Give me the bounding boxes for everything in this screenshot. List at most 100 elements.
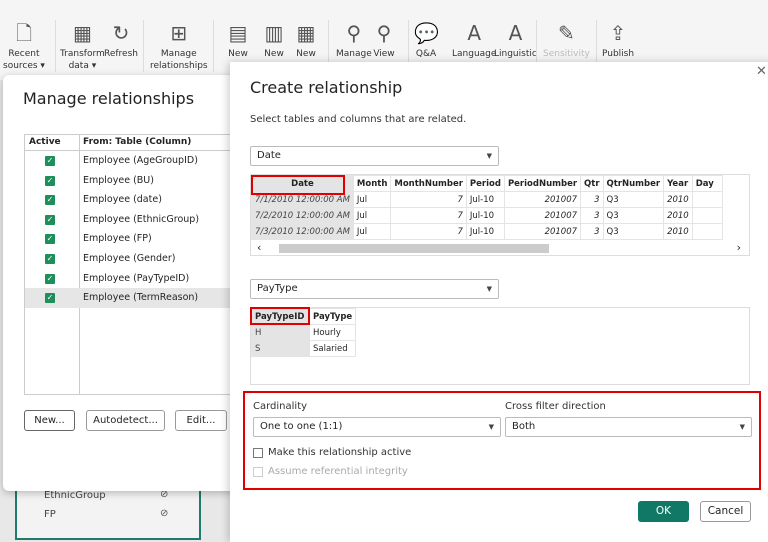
refresh-icon: ↻ <box>112 21 130 45</box>
table-cell: Salaried <box>308 340 357 357</box>
dialog-subtitle: Select tables and columns that are relat… <box>250 114 467 125</box>
active-checkbox[interactable]: ✓ <box>45 214 55 225</box>
active-checkbox[interactable] <box>253 448 263 458</box>
ribbon-button-recent-sources[interactable]: 🗋 Recent sources ▾ <box>3 20 45 72</box>
ribbon-label: Language <box>452 49 497 59</box>
table-cell: 7/3/2010 12:00:00 AM <box>251 223 354 240</box>
new-button[interactable]: New... <box>24 410 75 431</box>
scroll-left-icon[interactable]: ‹ <box>257 241 261 254</box>
ribbon-button-new-table[interactable]: ▦ New <box>294 20 318 60</box>
column-header[interactable]: PeriodNumber <box>503 175 582 192</box>
ribbon-button-manage-relationships[interactable]: ⊞ Manage relationships <box>150 20 208 72</box>
cardinality-select[interactable]: One to one (1:1) ▼ <box>253 417 501 437</box>
relationship-row[interactable]: ✓ Employee (Gender) <box>25 249 253 269</box>
relationship-label: Employee (EthnicGroup) <box>83 213 200 225</box>
table-cell: Jul-10 <box>465 207 505 224</box>
integrity-label: Assume referential integrity <box>268 466 408 477</box>
active-checkbox[interactable]: ✓ <box>45 234 55 245</box>
table-cell: Q3 <box>602 191 665 208</box>
relationship-row[interactable]: ✓ Employee (FP) <box>25 229 253 249</box>
column-header[interactable]: Year <box>663 175 693 192</box>
active-checkbox[interactable]: ✓ <box>45 175 55 186</box>
ok-button[interactable]: OK <box>638 501 689 522</box>
active-checkbox[interactable]: ✓ <box>45 253 55 264</box>
cancel-button[interactable]: Cancel <box>700 501 751 522</box>
active-checkbox[interactable]: ✓ <box>45 293 55 304</box>
active-checkbox[interactable]: ✓ <box>45 195 55 206</box>
table2-preview: PayTypeID PayType H Hourly S Salaried <box>250 307 750 385</box>
relationship-row[interactable]: ✓ Employee (PayTypeID) <box>25 269 253 289</box>
edit-button[interactable]: Edit... <box>175 410 227 431</box>
relationship-row[interactable]: ✓ Employee (AgeGroupID) <box>25 151 253 171</box>
table1-select[interactable]: Date ▼ <box>250 146 499 166</box>
relationship-label: Employee (AgeGroupID) <box>83 155 198 166</box>
new-table-icon: ▦ <box>296 21 316 45</box>
table-row: H Hourly <box>251 324 357 341</box>
column-header[interactable]: Month <box>352 175 392 192</box>
active-checkbox[interactable]: ✓ <box>45 156 55 166</box>
table-cell: 3 <box>580 191 604 208</box>
relationship-label: Employee (Gender) <box>83 252 176 264</box>
table-cell: 201007 <box>503 191 582 208</box>
integrity-checkbox[interactable] <box>253 467 263 477</box>
ribbon-label: Transform data ▾ <box>60 49 105 71</box>
table-cell: 7/2/2010 12:00:00 AM <box>251 207 354 224</box>
cross-filter-select[interactable]: Both ▼ <box>505 417 752 437</box>
ribbon-button-sensitivity[interactable]: ✎ Sensitivity <box>543 20 590 60</box>
table-cell: Q3 <box>602 207 665 224</box>
ribbon-button-linguistic[interactable]: A Linguistic <box>494 20 537 60</box>
table-cell: Jul <box>352 207 392 224</box>
scroll-thumb[interactable] <box>279 244 549 253</box>
field-ethnicgroup[interactable]: EthnicGroup <box>44 490 106 501</box>
ribbon-button-view-as[interactable]: ⚲ View <box>372 20 396 60</box>
table2-select[interactable]: PayType ▼ <box>250 279 499 299</box>
autodetect-button[interactable]: Autodetect... <box>86 410 165 431</box>
column-header[interactable]: MonthNumber <box>390 175 467 192</box>
column-header[interactable]: QtrNumber <box>602 175 665 192</box>
table-cell: 3 <box>580 207 604 224</box>
active-checkbox[interactable]: ✓ <box>45 273 55 284</box>
relationship-row[interactable]: ✓ Employee (date) <box>25 190 253 210</box>
recent-sources-icon: 🗋 <box>15 21 33 45</box>
ribbon-button-transform-data[interactable]: ▦ Transform data ▾ <box>60 20 105 72</box>
manage-roles-icon: ⚲ <box>346 21 362 45</box>
relationship-row[interactable]: ✓ Employee (BU) <box>25 171 253 191</box>
table-cell <box>691 207 723 224</box>
ribbon-button-new-column[interactable]: ▥ New <box>262 20 286 60</box>
ribbon-button-language[interactable]: A Language <box>452 20 496 60</box>
ribbon-label: Manage <box>336 49 372 59</box>
chevron-down-icon: ▼ <box>488 423 494 431</box>
cardinality-label: Cardinality <box>253 401 308 412</box>
scroll-right-icon[interactable]: › <box>737 241 741 254</box>
ribbon-label: Manage relationships <box>150 49 208 71</box>
column-header[interactable]: Qtr <box>580 175 604 192</box>
table-cell: S <box>251 340 310 357</box>
table-cell: 2010 <box>663 223 693 240</box>
hidden-eye-icon[interactable]: ⊘ <box>160 508 168 519</box>
table-row: 7/2/2010 12:00:00 AM Jul 7 Jul-10 201007 3 Q3 2… <box>251 207 723 224</box>
ribbon-button-publish[interactable]: ⇪ Publish <box>602 20 634 60</box>
close-icon[interactable]: ✕ <box>756 64 767 79</box>
ribbon-button-refresh[interactable]: ↻ Refresh <box>104 20 138 60</box>
table2-value: PayType <box>257 283 298 294</box>
relationship-label: Employee (date) <box>83 194 162 206</box>
ribbon-button-manage-roles[interactable]: ⚲ Manage <box>336 20 372 60</box>
ribbon-button-qa[interactable]: 💬 Q&A <box>414 20 439 60</box>
relationships-table: Active From: Table (Column) ✓ Employee (Ag… <box>24 134 254 395</box>
ribbon-separator <box>213 20 214 72</box>
field-fp[interactable]: FP <box>44 509 56 520</box>
relationship-row[interactable]: ✓ Employee (EthnicGroup) <box>25 210 253 230</box>
ribbon-separator <box>55 20 56 72</box>
new-column-icon: ▥ <box>264 21 284 45</box>
column-header[interactable]: PayType <box>308 308 357 325</box>
ribbon-label: Q&A <box>415 49 437 59</box>
column-header[interactable]: Period <box>465 175 505 192</box>
table-row: S Salaried <box>251 340 357 357</box>
table-cell: 7 <box>390 207 467 224</box>
dialog-title: Manage relationships <box>23 89 195 108</box>
relationship-row[interactable]: ✓ Employee (TermReason) <box>25 288 253 308</box>
column-header[interactable]: Day <box>691 175 723 192</box>
table1-value: Date <box>257 150 281 161</box>
horizontal-scrollbar[interactable]: ‹ › <box>251 241 749 255</box>
table-cell: 201007 <box>503 207 582 224</box>
